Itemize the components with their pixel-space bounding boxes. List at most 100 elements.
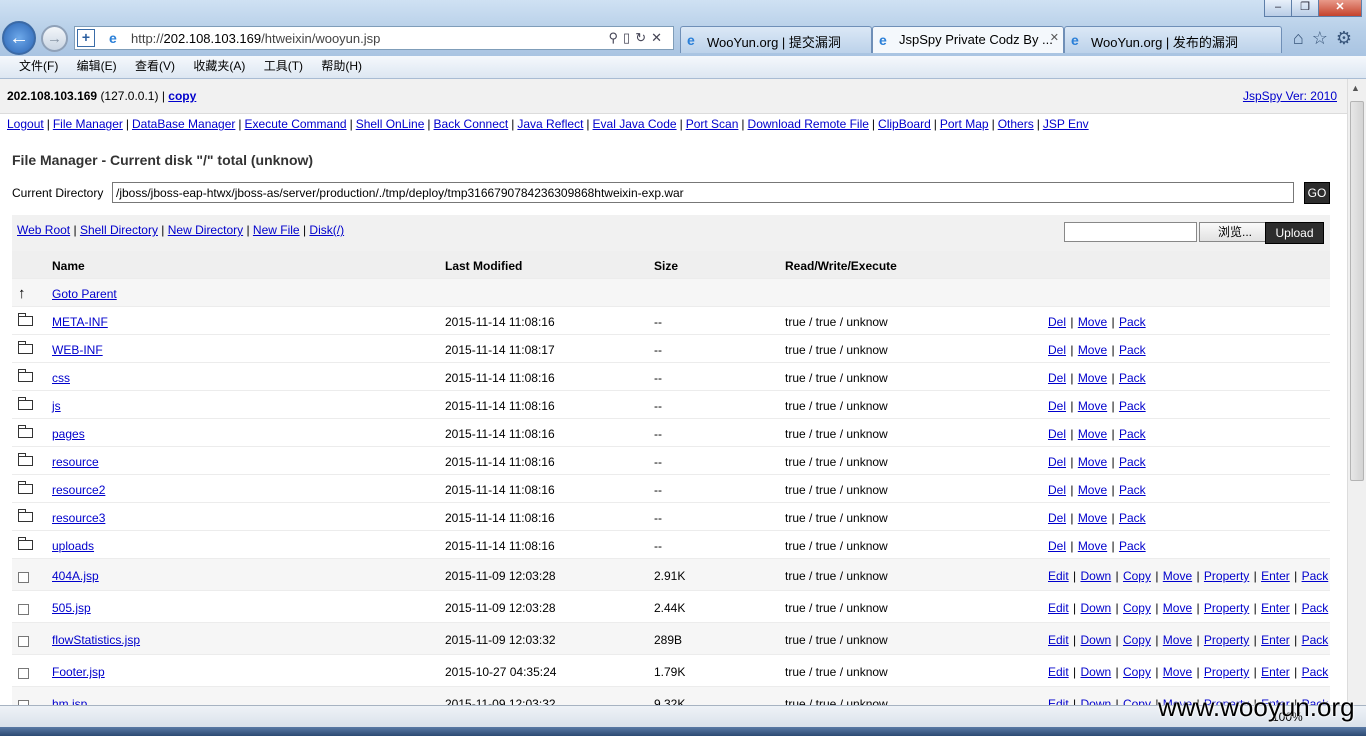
menu-help[interactable]: 帮助(H): [321, 56, 362, 77]
favorites-star-icon[interactable]: ☆: [1312, 28, 1336, 48]
upload-button[interactable]: Upload: [1265, 222, 1324, 244]
url-text[interactable]: http://202.108.103.169/htweixin/wooyun.j…: [131, 31, 380, 46]
file-link[interactable]: 404A.jsp: [52, 569, 99, 583]
action-pack[interactable]: Pack: [1119, 483, 1146, 497]
menu-view[interactable]: 查看(V): [135, 56, 175, 77]
action-pack[interactable]: Pack: [1119, 427, 1146, 441]
directory-link[interactable]: resource: [52, 455, 99, 469]
action-edit[interactable]: Edit: [1048, 601, 1069, 615]
current-directory-input[interactable]: [112, 182, 1294, 203]
action-enter[interactable]: Enter: [1261, 569, 1290, 583]
file-link[interactable]: 505.jsp: [52, 601, 91, 615]
refresh-icon[interactable]: ↻: [635, 30, 651, 45]
scrollbar-thumb[interactable]: [1350, 101, 1364, 481]
file-link[interactable]: Footer.jsp: [52, 665, 105, 679]
file-checkbox[interactable]: [18, 668, 29, 679]
action-down[interactable]: Down: [1080, 697, 1111, 705]
menu-tools[interactable]: 工具(T): [264, 56, 303, 77]
action-property[interactable]: Property: [1204, 633, 1249, 647]
compat-icon[interactable]: ▯: [623, 30, 635, 45]
action-edit[interactable]: Edit: [1048, 665, 1069, 679]
menu-favorites[interactable]: 收藏夹(A): [193, 56, 245, 77]
tool-link-web-root[interactable]: Web Root: [17, 223, 70, 237]
action-copy[interactable]: Copy: [1123, 665, 1151, 679]
action-move[interactable]: Move: [1163, 633, 1192, 647]
nav-link-file-manager[interactable]: File Manager: [53, 117, 123, 131]
nav-link-shell-online[interactable]: Shell OnLine: [356, 117, 425, 131]
action-enter[interactable]: Enter: [1261, 601, 1290, 615]
goto-parent-link[interactable]: Goto Parent: [52, 287, 117, 301]
action-move[interactable]: Move: [1163, 569, 1192, 583]
action-del[interactable]: Del: [1048, 483, 1066, 497]
directory-link[interactable]: resource2: [52, 483, 105, 497]
nav-link-database-manager[interactable]: DataBase Manager: [132, 117, 235, 131]
action-property[interactable]: Property: [1204, 569, 1249, 583]
action-copy[interactable]: Copy: [1123, 569, 1151, 583]
stop-icon[interactable]: ✕: [651, 30, 667, 45]
action-down[interactable]: Down: [1080, 569, 1111, 583]
go-button[interactable]: GO: [1304, 182, 1330, 204]
action-down[interactable]: Down: [1080, 601, 1111, 615]
action-pack[interactable]: Pack: [1119, 455, 1146, 469]
tool-link-new-directory[interactable]: New Directory: [168, 223, 243, 237]
action-del[interactable]: Del: [1048, 399, 1066, 413]
forward-button[interactable]: →: [41, 25, 68, 52]
file-checkbox[interactable]: [18, 572, 29, 583]
nav-link-java-reflect[interactable]: Java Reflect: [517, 117, 583, 131]
tool-link-new-file[interactable]: New File: [253, 223, 300, 237]
action-del[interactable]: Del: [1048, 315, 1066, 329]
version-link[interactable]: JspSpy Ver: 2010: [1243, 89, 1337, 103]
nav-link-logout[interactable]: Logout: [7, 117, 44, 131]
action-property[interactable]: Property: [1204, 665, 1249, 679]
back-button[interactable]: ←: [2, 21, 36, 55]
menu-file[interactable]: 文件(F): [19, 56, 58, 77]
nav-link-eval-java-code[interactable]: Eval Java Code: [593, 117, 677, 131]
action-move[interactable]: Move: [1078, 343, 1107, 357]
menu-edit[interactable]: 编辑(E): [77, 56, 117, 77]
tool-link-disk[interactable]: Disk(/): [309, 223, 344, 237]
nav-link-others[interactable]: Others: [998, 117, 1034, 131]
action-del[interactable]: Del: [1048, 539, 1066, 553]
action-move[interactable]: Move: [1078, 539, 1107, 553]
action-pack[interactable]: Pack: [1119, 511, 1146, 525]
nav-link-back-connect[interactable]: Back Connect: [434, 117, 509, 131]
directory-link[interactable]: pages: [52, 427, 85, 441]
file-link[interactable]: hm.jsp: [52, 697, 87, 705]
nav-link-clipboard[interactable]: ClipBoard: [878, 117, 931, 131]
directory-link[interactable]: WEB-INF: [52, 343, 103, 357]
tab-jspspy[interactable]: e JspSpy Private Codz By ... ✕: [872, 26, 1064, 53]
action-edit[interactable]: Edit: [1048, 569, 1069, 583]
action-edit[interactable]: Edit: [1048, 633, 1069, 647]
file-link[interactable]: flowStatistics.jsp: [52, 633, 140, 647]
directory-link[interactable]: css: [52, 371, 70, 385]
action-copy[interactable]: Copy: [1123, 601, 1151, 615]
action-del[interactable]: Del: [1048, 455, 1066, 469]
action-pack[interactable]: Pack: [1302, 601, 1329, 615]
tab-close-icon[interactable]: ✕: [1050, 31, 1059, 44]
gear-icon[interactable]: ⚙: [1336, 28, 1360, 48]
action-pack[interactable]: Pack: [1119, 399, 1146, 413]
action-down[interactable]: Down: [1080, 665, 1111, 679]
file-checkbox[interactable]: [18, 636, 29, 647]
action-pack[interactable]: Pack: [1119, 539, 1146, 553]
home-icon[interactable]: ⌂: [1293, 28, 1312, 48]
action-move[interactable]: Move: [1078, 315, 1107, 329]
action-copy[interactable]: Copy: [1123, 697, 1151, 705]
tab-wooyun-submit[interactable]: e WooYun.org | 提交漏洞: [680, 26, 872, 53]
browse-button[interactable]: 浏览...: [1199, 222, 1271, 242]
copy-link[interactable]: copy: [168, 89, 196, 103]
compat-view-icon[interactable]: +: [77, 29, 95, 47]
action-pack[interactable]: Pack: [1302, 665, 1329, 679]
directory-link[interactable]: resource3: [52, 511, 105, 525]
action-move[interactable]: Move: [1163, 601, 1192, 615]
action-move[interactable]: Move: [1078, 371, 1107, 385]
directory-link[interactable]: js: [52, 399, 61, 413]
action-pack[interactable]: Pack: [1119, 343, 1146, 357]
action-property[interactable]: Property: [1204, 601, 1249, 615]
file-checkbox[interactable]: [18, 604, 29, 615]
search-icon[interactable]: ⚲: [609, 30, 624, 45]
minimize-button[interactable]: –: [1264, 0, 1292, 17]
action-enter[interactable]: Enter: [1261, 665, 1290, 679]
close-window-button[interactable]: ✕: [1318, 0, 1362, 17]
maximize-button[interactable]: ❐: [1291, 0, 1319, 17]
